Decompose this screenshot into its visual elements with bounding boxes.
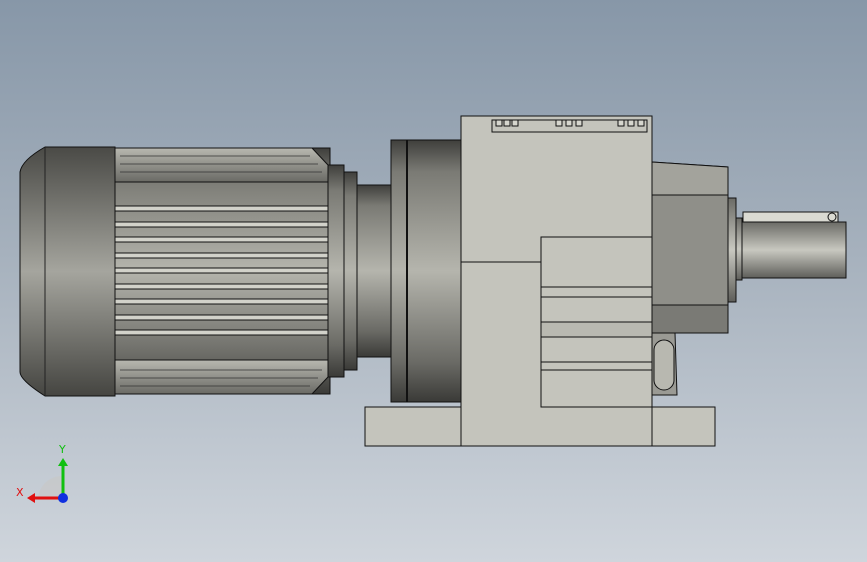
output-shaft [741,221,847,279]
shaft-key [742,211,839,223]
triad-x-label: X [16,486,24,499]
cad-viewport[interactable]: Y X [0,0,867,562]
triad-y-label: Y [59,443,66,456]
adapter-neck [356,184,393,358]
gearmotor-model [19,115,847,503]
triad-z-axis [58,493,68,503]
fan-cover [19,146,116,397]
cooling-fins [114,205,329,336]
coordinate-triad [27,458,68,503]
